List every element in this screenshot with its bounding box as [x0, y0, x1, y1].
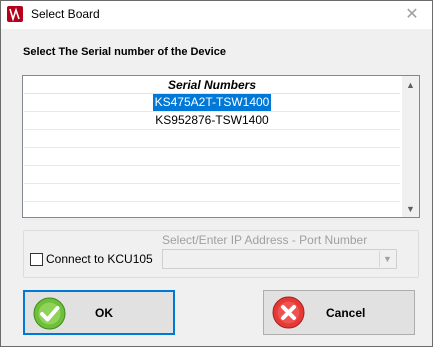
connect-kcu105-label[interactable]: Connect to KCU105	[46, 252, 153, 266]
ok-label: OK	[95, 305, 113, 320]
window-title: Select Board	[31, 7, 100, 21]
list-item[interactable]	[24, 202, 400, 220]
list-item-value: KS952876-TSW1400	[155, 113, 269, 127]
select-board-dialog: Select Board ✕ Select The Serial number …	[0, 0, 433, 347]
serial-number-list[interactable]: Serial Numbers KS475A2T-TSW1400 KS952876…	[22, 75, 420, 220]
list-item[interactable]	[24, 130, 400, 148]
connect-kcu105-checkbox[interactable]	[30, 253, 43, 266]
list-item[interactable]	[24, 148, 400, 166]
close-icon[interactable]: ✕	[401, 3, 423, 25]
scroll-up-icon[interactable]: ▲	[402, 76, 419, 93]
list-item[interactable]	[24, 166, 400, 184]
vertical-scrollbar[interactable]: ▲ ▼	[402, 76, 419, 217]
list-item[interactable]	[24, 184, 400, 202]
title-bar: Select Board ✕	[1, 1, 432, 29]
check-icon	[33, 297, 66, 330]
instruction-text: Select The Serial number of the Device	[23, 46, 226, 58]
ip-address-combobox[interactable]: ▼	[162, 249, 397, 269]
list-item-value: KS475A2T-TSW1400	[152, 94, 272, 111]
app-logo-icon	[7, 6, 23, 22]
list-header-serial-numbers[interactable]: Serial Numbers	[24, 77, 400, 94]
list-item[interactable]: KS475A2T-TSW1400	[24, 94, 400, 112]
scroll-down-icon[interactable]: ▼	[402, 200, 419, 217]
chevron-down-icon[interactable]: ▼	[379, 251, 395, 267]
ok-button[interactable]: OK	[23, 290, 175, 335]
cancel-x-icon	[272, 296, 305, 329]
cancel-button[interactable]: Cancel	[263, 290, 415, 335]
cancel-label: Cancel	[326, 305, 366, 320]
list-rows: KS475A2T-TSW1400 KS952876-TSW1400	[24, 94, 400, 220]
connection-group: Connect to KCU105 Select/Enter IP Addres…	[23, 230, 419, 278]
list-item[interactable]: KS952876-TSW1400	[24, 112, 400, 130]
ip-address-label: Select/Enter IP Address - Port Number	[162, 233, 368, 247]
